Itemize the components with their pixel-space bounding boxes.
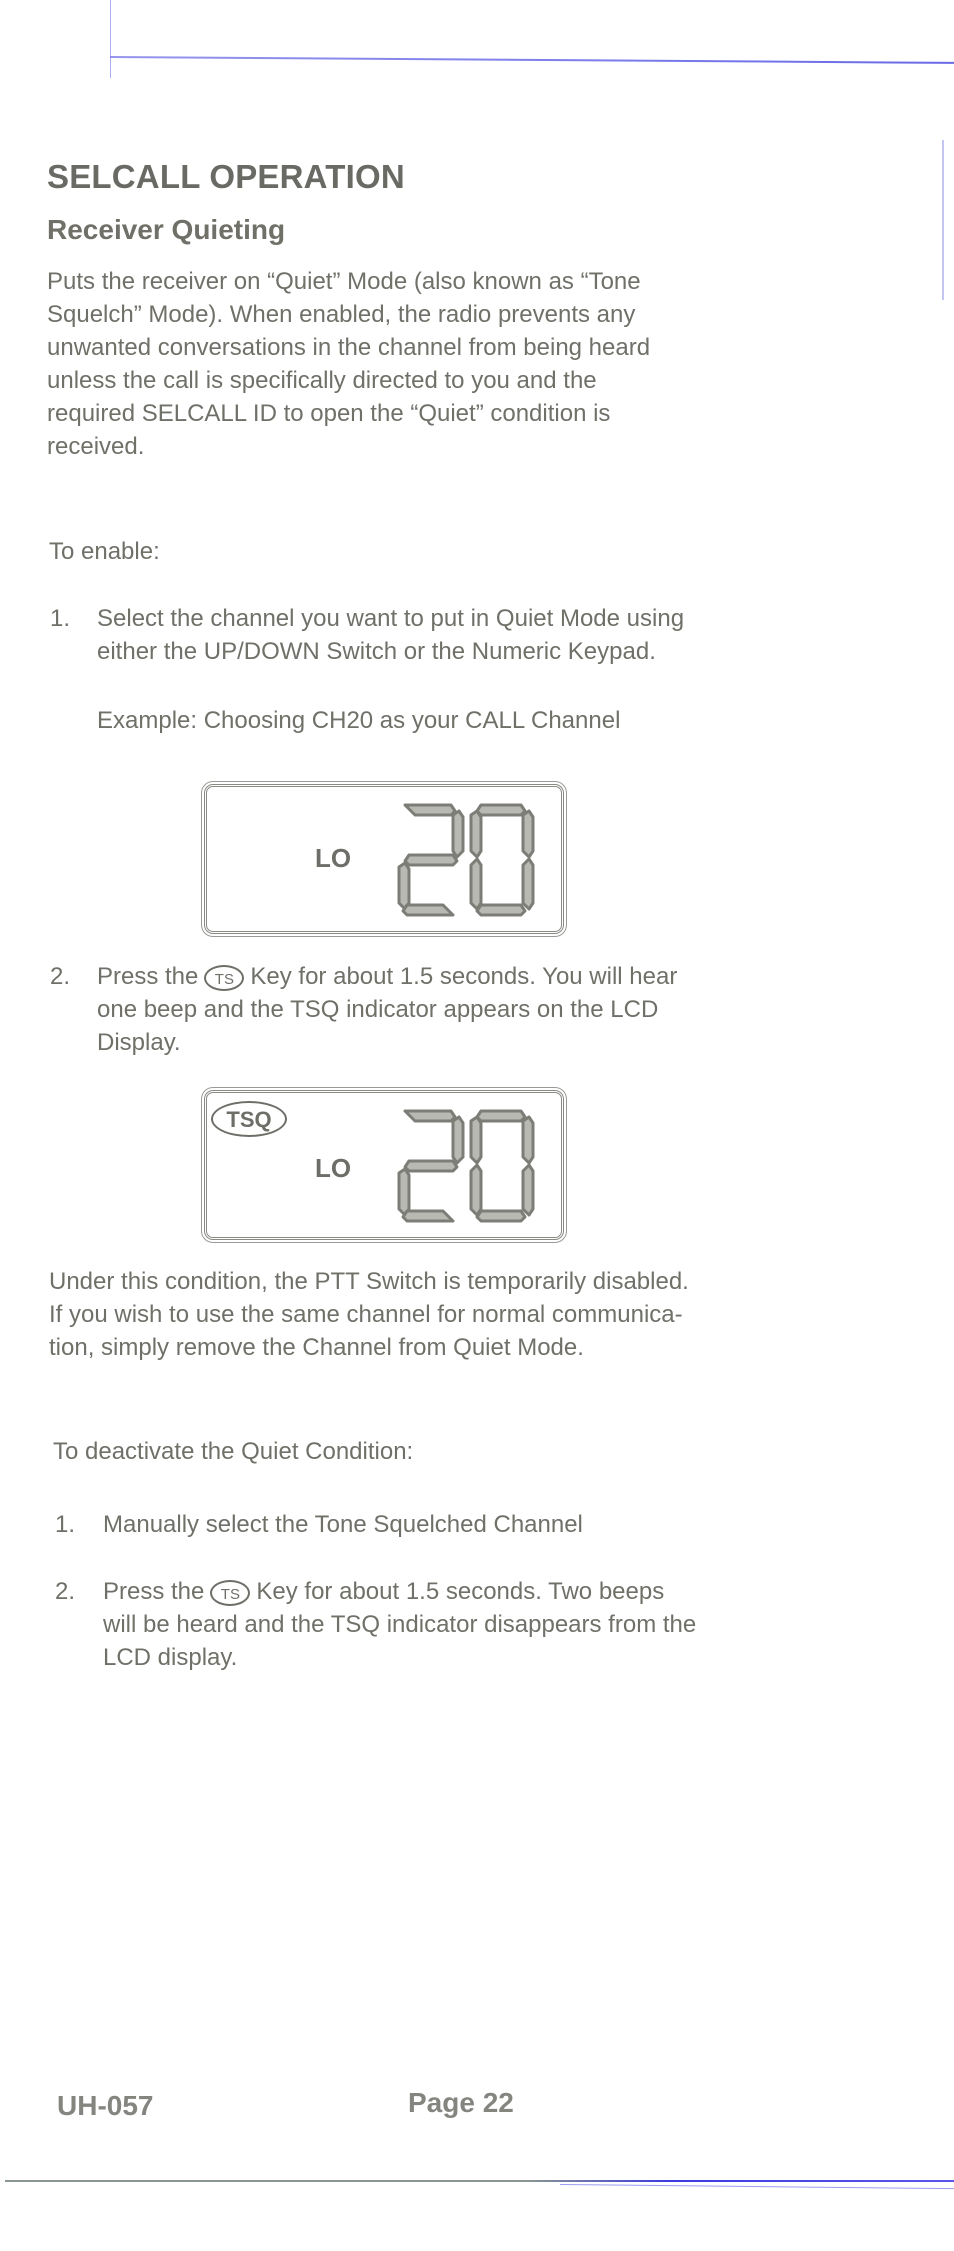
step-text: Press the [97,963,199,990]
segment-0-top [475,803,527,817]
step-line: Select the channel you want to put in Qu… [97,605,685,632]
page-title: SELCALL OPERATION [47,158,405,195]
step-number: 1. [55,1511,76,1538]
segment-0-lower-left [469,1163,483,1217]
step-text: Press the [103,1578,205,1605]
segment-2-lower-left [397,1167,411,1217]
segment-2-bottom [401,1209,455,1223]
intro-line: Puts the receiver on “Quiet” Mode (also … [47,268,641,295]
segment-2-bottom [401,903,455,917]
crop-mark-vertical-right [942,140,944,300]
segment-0-bottom [475,903,527,917]
segment-2-upper-right [451,1115,465,1165]
step-line: Display. [97,1029,181,1056]
step-number: 2. [55,1578,76,1605]
segment-0-lower-right [521,1163,535,1217]
intro-line: unwanted conversations in the channel fr… [47,334,651,361]
segment-2-middle [403,853,459,867]
tsq-indicator-icon: TSQ [211,1101,287,1137]
note-line: Under this condition, the PTT Switch is … [49,1268,689,1295]
footer-model-number: UH-057 [57,2090,154,2121]
section-title: Receiver Quieting [47,214,286,245]
step-line: one beep and the TSQ indicator appears o… [97,996,659,1023]
step-line: will be heard and the TSQ indicator disa… [103,1611,697,1638]
lcd-channel-digits [397,1109,535,1223]
lcd-power-indicator: LO [315,1153,352,1183]
segment-0-bottom [475,1209,527,1223]
step-text: Key for about 1.5 seconds. You will hear [250,963,678,990]
step-number: 2. [50,963,71,990]
segment-2-upper-right [451,809,465,859]
intro-line: Squelch” Mode). When enabled, the radio … [47,301,636,328]
lcd-power-indicator: LO [315,843,352,873]
deactivate-step-1: Manually select the Tone Squelched Chann… [103,1511,583,1538]
note-line: If you wish to use the same channel for … [49,1301,683,1328]
segment-0-upper-left [469,809,483,859]
segment-2-top [403,1109,457,1123]
segment-2-lower-left [397,861,411,911]
crop-mark-horizontal-bottom-secondary [559,2184,954,2190]
crop-mark-vertical-top [110,0,111,78]
lcd-display-example: LO [201,781,567,937]
ts-key-icon: TS [204,964,245,991]
crop-mark-horizontal-top [109,56,954,64]
lcd-channel-digits [397,803,535,917]
intro-line: received. [47,433,145,460]
lcd-display-tsq: TSQ LO [201,1087,567,1243]
segment-0-upper-right [521,809,535,859]
enable-heading: To enable: [49,538,160,565]
segment-0-upper-right [521,1115,535,1165]
step-text: Key for about 1.5 seconds. Two beeps [256,1578,665,1605]
segment-2-middle [403,1159,459,1173]
note-paragraph: Under this condition, the PTT Switch is … [49,1265,689,1364]
step-line: either the UP/DOWN Switch or the Numeric… [97,638,656,665]
intro-line: required SELCALL ID to open the “Quiet” … [47,400,611,427]
crop-mark-horizontal-bottom [5,2180,954,2182]
segment-2-top [403,803,457,817]
note-line: tion, simply remove the Channel from Qui… [49,1334,584,1361]
ts-key-icon: TS [210,1579,251,1606]
segment-0-top [475,1109,527,1123]
example-caption: Example: Choosing CH20 as your CALL Chan… [97,707,621,734]
deactivate-step-2: Press the TS Key for about 1.5 seconds. Tw… [103,1575,696,1674]
segment-0-lower-right [521,857,535,911]
segment-0-upper-left [469,1115,483,1165]
enable-step-1: Select the channel you want to put in Qu… [97,602,684,668]
step-line: LCD display. [103,1644,238,1671]
deactivate-heading: To deactivate the Quiet Condition: [53,1438,414,1465]
footer-page-number: Page 22 [408,2087,514,2118]
intro-line: unless the call is specifically directed… [47,367,597,394]
segment-0-lower-left [469,857,483,911]
step-number: 1. [50,605,71,632]
intro-paragraph: Puts the receiver on “Quiet” Mode (also … [47,265,867,463]
enable-step-2: Press the TS Key for about 1.5 seconds. Yo… [97,960,677,1059]
